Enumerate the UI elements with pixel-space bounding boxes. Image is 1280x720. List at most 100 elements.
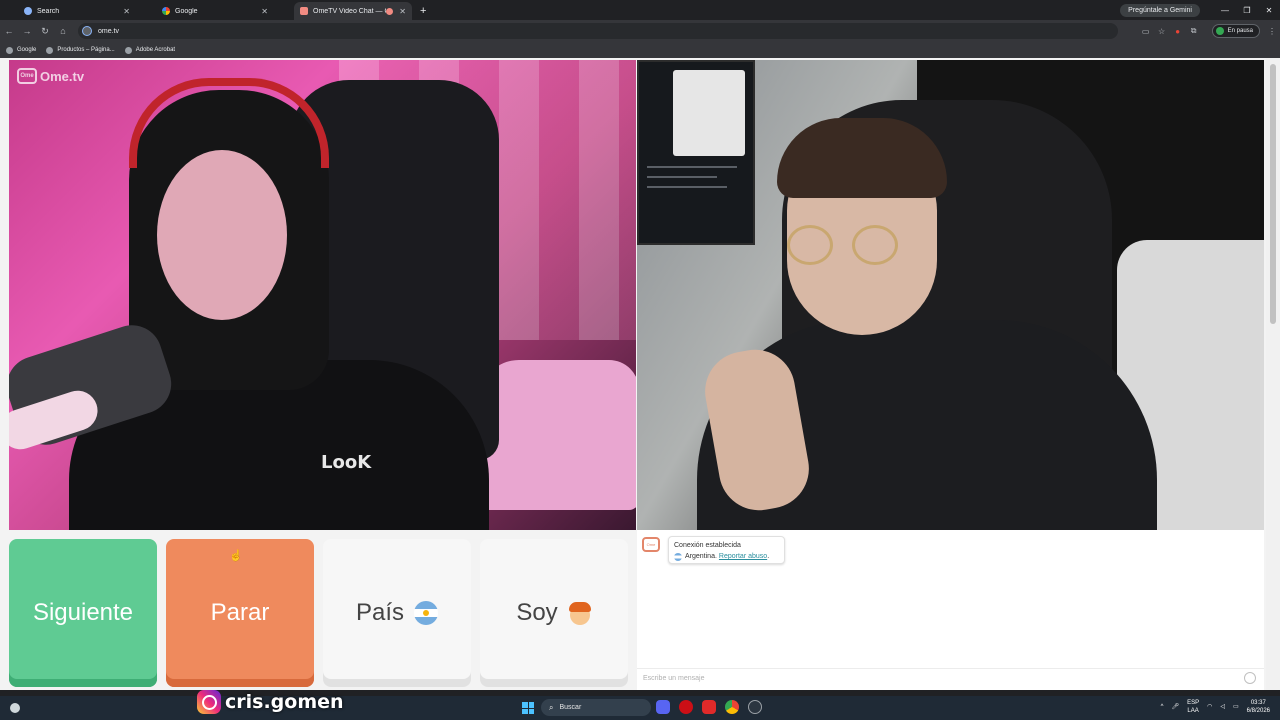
bookmark-productos[interactable]: Productos – Página...	[46, 46, 115, 54]
tab-google[interactable]: Google ✕	[156, 2, 274, 20]
emoji-icon[interactable]	[1244, 672, 1256, 684]
ometv-logo: Ome Ome.tv	[17, 68, 84, 84]
new-tab-button[interactable]: +	[420, 2, 426, 20]
tv-text-line	[647, 176, 717, 178]
pink-blanket	[479, 360, 636, 510]
ometv-avatar-icon: Ome	[642, 537, 660, 552]
date: 6/8/2026	[1246, 708, 1270, 714]
windows-taskbar: ⌕ Buscar ^ 🎤︎ ESP LAA ◠ ◁ ▭ 03:37 6/8/2026	[0, 696, 1280, 720]
tab-title: OmeTV Video Chat — Ome	[313, 7, 386, 15]
recording-icon	[386, 7, 394, 15]
maximize-icon[interactable]: ❐	[1236, 6, 1258, 15]
profile-button[interactable]: En pausa	[1211, 24, 1260, 38]
microphone-icon[interactable]: 🎤︎	[1171, 703, 1179, 711]
message-placeholder: Escribe un mensaje	[643, 675, 705, 682]
scrollbar-thumb[interactable]	[1270, 64, 1276, 324]
next-button[interactable]: Siguiente	[9, 539, 157, 687]
next-label: Siguiente	[32, 599, 134, 626]
extension-icon[interactable]: ●	[1170, 27, 1186, 36]
opera-icon[interactable]	[679, 700, 693, 714]
boy-emoji-icon	[568, 601, 592, 625]
weather-icon[interactable]	[10, 703, 20, 713]
page-scrollbar[interactable]	[1266, 58, 1280, 690]
gemini-button[interactable]: Pregúntale a Gemini	[1120, 3, 1200, 17]
ometv-logo-icon: Ome	[17, 68, 37, 84]
wifi-icon[interactable]: ◠	[1207, 703, 1212, 711]
taskbar-apps	[656, 700, 771, 714]
window-controls: Pregúntale a Gemini — ❐ ✕	[1120, 0, 1280, 20]
close-icon[interactable]: ✕	[399, 7, 406, 16]
system-message: Conexión establecida Argentina. Reportar…	[668, 536, 785, 564]
avatar	[1215, 27, 1224, 35]
bookmark-star-icon[interactable]: ☆	[1154, 27, 1170, 36]
browser-toolbar: ← → ↻ ⌂ ome.tv ▭ ☆ ● ⧉ En pausa ⋮	[0, 20, 1280, 42]
instagram-overlay: cris.gomen	[197, 690, 344, 714]
shirt-logo-text: LooK	[321, 452, 372, 473]
page-icon	[46, 46, 54, 54]
tab-search[interactable]: Search ✕	[18, 2, 136, 20]
address-bar[interactable]: ome.tv	[78, 23, 1118, 39]
search-placeholder: Buscar	[559, 704, 582, 711]
bookmark-label: Productos – Página...	[57, 47, 115, 53]
gender-label: Soy	[516, 599, 558, 626]
logo-text: Ome.tv	[40, 68, 85, 84]
search-icon: ⌕	[549, 702, 554, 712]
country-label: País	[355, 599, 405, 626]
windows-start-icon[interactable]	[522, 702, 534, 714]
ometv-icon	[300, 7, 308, 15]
tray-chevron-icon[interactable]: ^	[1161, 703, 1164, 711]
instagram-handle: cris.gomen	[225, 691, 344, 713]
language-indicator[interactable]: ESP LAA	[1187, 699, 1199, 715]
gender-button[interactable]: Soy	[480, 539, 628, 687]
volume-icon[interactable]: ◁	[1220, 703, 1225, 711]
site-info-icon[interactable]	[82, 26, 92, 36]
language-sub: LAA	[1187, 708, 1199, 714]
discord-icon[interactable]	[656, 700, 670, 714]
close-icon[interactable]: ✕	[123, 7, 130, 16]
google-icon	[6, 46, 13, 54]
report-abuse-link[interactable]: Reportar abuso	[719, 551, 767, 562]
period: .	[767, 553, 770, 560]
argentina-flag-icon	[674, 552, 682, 561]
bookmark-label: Adobe Acrobat	[135, 47, 176, 53]
close-icon[interactable]: ✕	[261, 7, 268, 16]
forward-icon[interactable]: →	[18, 26, 36, 36]
ometv-page: LooK Ome Ome.tv Siguiente Parar País Soy…	[0, 58, 1280, 690]
glasses-right	[852, 225, 898, 265]
bookmark-google[interactable]: Google	[6, 46, 36, 54]
partner-country: Argentina.	[685, 553, 717, 560]
minimize-icon[interactable]: —	[1214, 6, 1236, 15]
install-app-icon[interactable]: ▭	[1138, 27, 1154, 36]
close-window-icon[interactable]: ✕	[1258, 6, 1280, 15]
connection-status: Conexión establecida	[674, 542, 741, 549]
bookmark-adobe[interactable]: Adobe Acrobat	[124, 46, 176, 54]
clock[interactable]: 03:37 6/8/2026	[1247, 699, 1270, 715]
argentina-flag-icon	[414, 601, 439, 625]
obs-icon[interactable]	[748, 700, 762, 714]
tab-title: Search	[37, 7, 60, 15]
url-text: ome.tv	[98, 27, 120, 35]
app-icon[interactable]	[702, 700, 716, 714]
chrome-icon[interactable]	[725, 700, 739, 714]
back-icon[interactable]: ←	[0, 26, 18, 36]
home-icon[interactable]: ⌂	[54, 26, 72, 36]
tv-thumbnail	[673, 70, 745, 156]
extensions-puzzle-icon[interactable]: ⧉	[1186, 26, 1202, 36]
globe-icon	[24, 7, 32, 15]
tv-text-line	[647, 186, 727, 188]
tv-text-line	[647, 166, 737, 168]
menu-icon[interactable]: ⋮	[1264, 27, 1280, 36]
message-input[interactable]: Escribe un mensaje	[637, 668, 1264, 688]
remote-video	[637, 60, 1264, 530]
glasses-left	[787, 225, 833, 265]
country-button[interactable]: País	[323, 539, 471, 687]
tab-title: Google	[175, 7, 198, 15]
battery-icon[interactable]: ▭	[1233, 703, 1239, 711]
stop-label: Parar	[210, 599, 270, 626]
reload-icon[interactable]: ↻	[36, 26, 54, 37]
system-tray: ^ 🎤︎ ESP LAA ◠ ◁ ▭ 03:37 6/8/2026	[1153, 699, 1270, 715]
tab-ometv[interactable]: OmeTV Video Chat — Ome ✕	[294, 2, 412, 20]
person-face	[157, 150, 287, 320]
globe-icon	[124, 46, 132, 54]
taskbar-search[interactable]: ⌕ Buscar	[541, 699, 651, 716]
